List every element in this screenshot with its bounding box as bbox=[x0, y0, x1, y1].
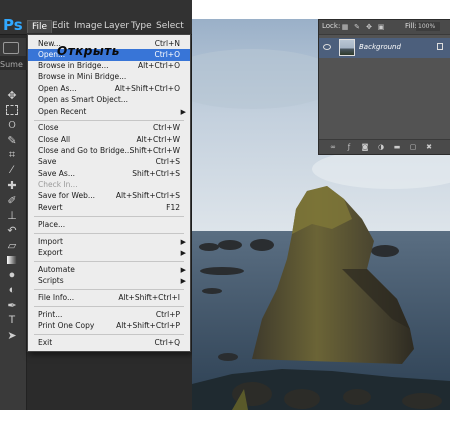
eraser-tool-icon[interactable]: ▱ bbox=[5, 238, 19, 252]
menu-item-open-recent[interactable]: Open Recent ▶ bbox=[28, 106, 190, 118]
brush-tool-icon[interactable]: ✐ bbox=[5, 193, 19, 207]
menu-item-revert[interactable]: Revert F12 bbox=[28, 202, 190, 214]
submenu-arrow-icon: ▶ bbox=[180, 249, 186, 257]
dodge-tool-icon[interactable]: ◐ bbox=[5, 283, 19, 297]
menu-item-save[interactable]: Save Ctrl+S bbox=[28, 156, 190, 168]
menu-item-export[interactable]: Export ▶ bbox=[28, 247, 190, 259]
healing-brush-tool-icon[interactable]: ✚ bbox=[5, 178, 19, 192]
lock-icon bbox=[437, 43, 443, 50]
new-layer-icon[interactable]: ▢ bbox=[409, 143, 417, 151]
crop-tool-icon[interactable]: ⌗ bbox=[5, 148, 19, 162]
tool-preset-icon[interactable] bbox=[3, 42, 19, 54]
menu-bar: Ps File Edit Image Layer Type Select bbox=[0, 0, 192, 35]
history-brush-tool-icon[interactable]: ↶ bbox=[5, 223, 19, 237]
clone-stamp-tool-icon[interactable]: ⊥ bbox=[5, 208, 19, 222]
menu-separator bbox=[34, 216, 184, 217]
marquee-tool-icon[interactable] bbox=[5, 103, 19, 117]
menu-item-open-as-smart-object[interactable]: Open as Smart Object... bbox=[28, 94, 190, 106]
quick-select-tool-icon[interactable]: ✎ bbox=[5, 133, 19, 147]
new-group-icon[interactable]: ▬ bbox=[393, 143, 401, 151]
layers-panel-header: Lock: ▦ ✎ ✥ ▣ Fill: 100% bbox=[319, 20, 450, 35]
fill-input[interactable]: 100% bbox=[416, 22, 440, 31]
layers-panel-footer: ∞ ƒ ◙ ◑ ▬ ▢ ✖ bbox=[319, 139, 450, 154]
options-bar bbox=[0, 38, 26, 56]
menu-item-print-one-copy[interactable]: Print One Copy Alt+Shift+Ctrl+P bbox=[28, 320, 190, 332]
menu-separator bbox=[34, 120, 184, 121]
add-mask-icon[interactable]: ◙ bbox=[361, 143, 369, 151]
pen-tool-icon[interactable]: ✒ bbox=[5, 298, 19, 312]
lock-label: Lock: bbox=[322, 22, 341, 30]
submenu-arrow-icon: ▶ bbox=[180, 277, 186, 285]
menu-item-save-for-web[interactable]: Save for Web... Alt+Shift+Ctrl+S bbox=[28, 190, 190, 202]
lock-pixels-icon[interactable]: ✎ bbox=[353, 23, 361, 31]
type-tool-icon[interactable]: T bbox=[5, 313, 19, 327]
menu-separator bbox=[34, 233, 184, 234]
toolbox: ✥ ଠ ✎ ⌗ ⁄ ✚ ✐ ⊥ ↶ ▱ ● ◐ ✒ T ➤ bbox=[0, 70, 27, 410]
menu-item-file-info[interactable]: File Info... Alt+Shift+Ctrl+I bbox=[28, 292, 190, 304]
submenu-arrow-icon: ▶ bbox=[180, 108, 186, 116]
layer-row-background[interactable]: Background bbox=[319, 38, 450, 58]
lasso-tool-icon[interactable]: ଠ bbox=[5, 118, 19, 132]
menu-separator bbox=[34, 334, 184, 335]
lock-position-icon[interactable]: ✥ bbox=[365, 23, 373, 31]
menu-item-place[interactable]: Place... bbox=[28, 219, 190, 231]
move-tool-icon[interactable]: ✥ bbox=[5, 88, 19, 102]
eyedropper-tool-icon[interactable]: ⁄ bbox=[5, 163, 19, 177]
menu-item-scripts[interactable]: Scripts ▶ bbox=[28, 275, 190, 287]
menu-separator bbox=[34, 289, 184, 290]
adjustment-layer-icon[interactable]: ◑ bbox=[377, 143, 385, 151]
layer-thumbnail bbox=[339, 39, 355, 56]
blur-tool-icon[interactable]: ● bbox=[5, 268, 19, 282]
menu-item-browse-in-mini-bridge[interactable]: Browse in Mini Bridge... bbox=[28, 71, 190, 83]
photoshop-logo-icon: Ps bbox=[3, 16, 23, 34]
layer-name: Background bbox=[359, 43, 401, 51]
menu-item-exit[interactable]: Exit Ctrl+Q bbox=[28, 337, 190, 349]
options-bar-label: Sume bbox=[0, 60, 23, 69]
layers-panel: Lock: ▦ ✎ ✥ ▣ Fill: 100% Background ∞ ƒ … bbox=[318, 19, 450, 155]
delete-layer-icon[interactable]: ✖ bbox=[425, 143, 433, 151]
open-annotation: Открыть bbox=[57, 44, 120, 58]
menu-separator bbox=[34, 261, 184, 262]
lock-transparency-icon[interactable]: ▦ bbox=[341, 23, 349, 31]
path-selection-tool-icon[interactable]: ➤ bbox=[5, 328, 19, 342]
menu-separator bbox=[34, 306, 184, 307]
link-layers-icon[interactable]: ∞ bbox=[329, 143, 337, 151]
menu-item-close[interactable]: Close Ctrl+W bbox=[28, 122, 190, 134]
visibility-eye-icon[interactable] bbox=[323, 44, 331, 50]
gradient-tool-icon[interactable] bbox=[5, 253, 19, 267]
file-menu-dropdown: New... Ctrl+N Open... Ctrl+O Browse in Bri… bbox=[27, 34, 191, 352]
fill-label: Fill: bbox=[405, 22, 417, 30]
lock-all-icon[interactable]: ▣ bbox=[377, 23, 385, 31]
menu-select[interactable]: Select bbox=[152, 20, 188, 32]
layer-style-icon[interactable]: ƒ bbox=[345, 143, 353, 151]
